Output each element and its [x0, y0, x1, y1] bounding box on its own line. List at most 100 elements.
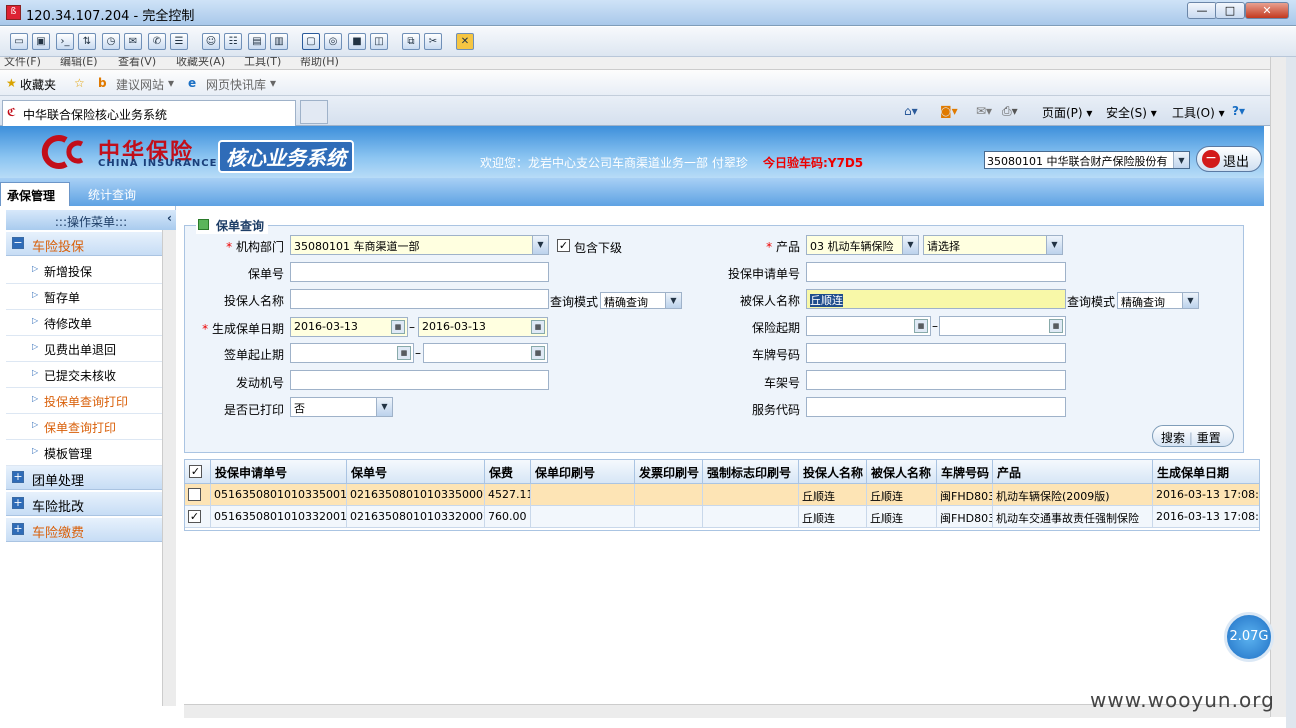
window-icon[interactable]: ■ [348, 33, 366, 50]
table-cell[interactable]: 0216350801010335000723 [347, 484, 485, 506]
service-code-input[interactable] [806, 397, 1066, 417]
exit-button[interactable]: − 退出 [1196, 146, 1262, 172]
table-cell[interactable]: 丘顺连 [799, 506, 867, 528]
add-favorite-icon[interactable]: ☆ [74, 76, 85, 90]
start-date-from[interactable]: ▦ [806, 316, 931, 336]
search-button[interactable]: 搜索 [1161, 431, 1185, 445]
table-cell[interactable] [703, 506, 799, 528]
sidebar-item-to-modify[interactable]: 待修改单 [6, 310, 162, 336]
phone-icon[interactable]: ✆ [148, 33, 166, 50]
sidebar-item-new[interactable]: 新增投保 [6, 258, 162, 284]
safety-menu[interactable]: 安全(S) ▾ [1106, 104, 1157, 121]
col-header[interactable]: 投保申请单号 [211, 460, 347, 484]
table-cell[interactable]: 2016-03-13 17:08:0 [1153, 484, 1259, 506]
help-icon[interactable]: ?▾ [1232, 104, 1245, 118]
table-cell[interactable]: 机动车交通事故责任强制保险 [993, 506, 1153, 528]
new-tab-button[interactable] [300, 100, 328, 124]
sidebar-category-payment[interactable]: + 车险缴费 [6, 518, 162, 542]
close-button[interactable]: ✕ [1245, 2, 1289, 19]
calendar-icon[interactable]: ▦ [1049, 319, 1063, 333]
col-header[interactable]: 保单号 [347, 460, 485, 484]
disconnect-icon[interactable]: ✕ [456, 33, 474, 50]
table-row[interactable] [185, 484, 211, 506]
policy-no-input[interactable] [290, 262, 549, 282]
col-header[interactable]: 投保人名称 [799, 460, 867, 484]
mail-icon[interactable]: ✉▾ [976, 104, 992, 118]
table-cell[interactable] [635, 484, 703, 506]
feeds-icon[interactable]: ◙▾ [940, 104, 958, 118]
tab-underwriting[interactable]: 承保管理 [0, 182, 70, 206]
app-no-input[interactable] [806, 262, 1066, 282]
sidebar-category-auto-insure[interactable]: − 车险投保 [6, 232, 162, 256]
chevron-down-icon[interactable]: ▼ [1046, 236, 1062, 254]
col-header[interactable]: 强制标志印刷号 [703, 460, 799, 484]
menu-view[interactable]: 查看(V) [118, 57, 156, 69]
web-slices-link[interactable]: 网页快讯库 [206, 76, 266, 93]
page-vertical-scrollbar[interactable] [1270, 57, 1286, 717]
clock-icon[interactable]: ◷ [102, 33, 120, 50]
table-cell[interactable] [531, 484, 635, 506]
unlock-icon[interactable]: ▥ [270, 33, 288, 50]
calendar-icon[interactable]: ▦ [531, 320, 545, 334]
collapse-icon[interactable]: ‹ [167, 211, 172, 225]
include-sub-checkbox[interactable]: ✓ [557, 239, 570, 252]
table-cell[interactable]: 4527.11 [485, 484, 531, 506]
transfer-icon[interactable]: ⇅ [78, 33, 96, 50]
calendar-icon[interactable]: ▦ [397, 346, 411, 360]
chevron-down-icon[interactable]: ▼ [376, 398, 392, 416]
applicant-input[interactable] [290, 289, 549, 309]
table-cell[interactable]: 丘顺连 [799, 484, 867, 506]
suggested-sites-link[interactable]: 建议网站 [116, 76, 164, 93]
query-mode-select[interactable]: 精确查询 ▼ [600, 292, 682, 309]
col-header[interactable]: 保费 [485, 460, 531, 484]
fullscreen-icon[interactable]: ▢ [302, 33, 320, 50]
col-header[interactable]: 产品 [993, 460, 1153, 484]
gen-date-from[interactable]: 2016-03-13 ▦ [290, 317, 408, 337]
gen-date-to[interactable]: 2016-03-13 ▦ [418, 317, 548, 337]
menu-edit[interactable]: 编辑(E) [60, 57, 98, 69]
terminal-icon[interactable]: ›_ [56, 33, 74, 50]
table-cell[interactable]: 0516350801010335001977 [211, 484, 347, 506]
menu-help[interactable]: 帮助(H) [300, 57, 339, 69]
monitor-icon[interactable]: ▭ [10, 33, 28, 50]
select-all-checkbox[interactable]: ✓ [189, 465, 202, 478]
engine-input[interactable] [290, 370, 549, 390]
users-icon[interactable]: ☷ [224, 33, 242, 50]
chevron-down-icon[interactable]: ▾ [168, 76, 174, 90]
sidebar-item-policy-print[interactable]: 保单查询打印 [6, 414, 162, 440]
copy-icon[interactable]: ⧉ [402, 33, 420, 50]
sidebar-item-submitted[interactable]: 已提交未核收 [6, 362, 162, 388]
table-cell[interactable]: 机动车辆保险(2009版) [993, 484, 1153, 506]
sidebar-item-draft[interactable]: 暂存单 [6, 284, 162, 310]
table-cell[interactable]: 760.00 [485, 506, 531, 528]
reset-button[interactable]: 重置 [1197, 431, 1221, 445]
col-header[interactable]: 发票印刷号 [635, 460, 703, 484]
product-select[interactable]: 03 机动车辆保险 ▼ [806, 235, 919, 255]
sidebar-item-app-print[interactable]: 投保单查询打印 [6, 388, 162, 414]
lock-icon[interactable]: ▤ [248, 33, 266, 50]
product-sub-select[interactable]: 请选择 ▼ [923, 235, 1063, 255]
table-row[interactable]: ✓ [185, 506, 211, 528]
home-icon[interactable]: ⌂▾ [904, 104, 918, 118]
table-cell[interactable] [531, 506, 635, 528]
sidebar-item-templates[interactable]: 模板管理 [6, 440, 162, 466]
tab-statistics[interactable]: 统计查询 [88, 186, 136, 203]
user-icon[interactable]: ☺ [202, 33, 220, 50]
col-header[interactable]: 保单印刷号 [531, 460, 635, 484]
table-cell[interactable]: 闽FHD803 [937, 484, 993, 506]
table-cell[interactable] [635, 506, 703, 528]
chevron-down-icon[interactable]: ▼ [902, 236, 918, 254]
tools-icon[interactable]: ✂ [424, 33, 442, 50]
maximize-button[interactable]: □ [1215, 2, 1245, 19]
calendar-icon[interactable]: ▦ [914, 319, 928, 333]
sign-date-from[interactable]: ▦ [290, 343, 414, 363]
calendar-icon[interactable]: ▦ [531, 346, 545, 360]
chevron-down-icon[interactable]: ▼ [1173, 152, 1189, 168]
printed-select[interactable]: 否 ▼ [290, 397, 393, 417]
table-cell[interactable]: 丘顺连 [867, 484, 937, 506]
frame-input[interactable] [806, 370, 1066, 390]
col-header[interactable]: 车牌号码 [937, 460, 993, 484]
org-select[interactable]: 35080101 中华联合财产保险股份有 ▼ [984, 151, 1190, 169]
chevron-down-icon[interactable]: ▼ [1182, 293, 1198, 308]
row-checkbox[interactable]: ✓ [188, 510, 201, 523]
